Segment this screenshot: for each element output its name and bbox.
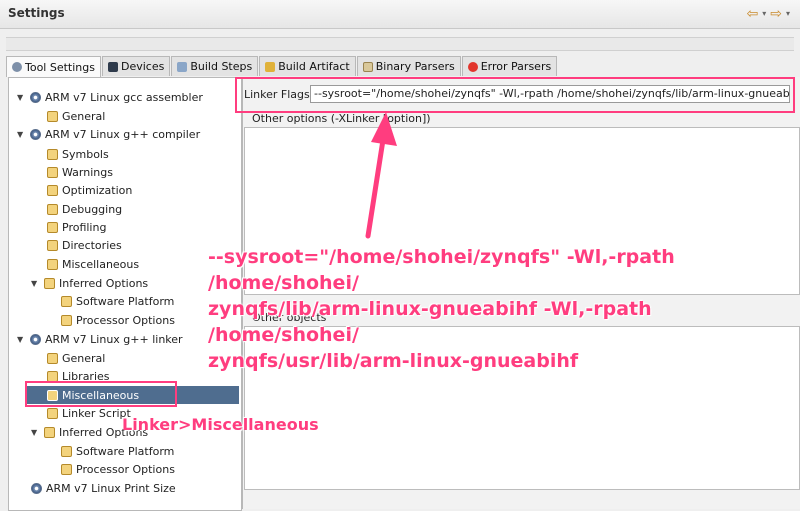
annotation-line: zynqfs/usr/lib/arm-linux-gnueabihf — [208, 350, 579, 372]
linker-miscellaneous-annotation: Linker>Miscellaneous — [122, 415, 319, 434]
linker-flags-annotation: --sysroot="/home/shohei/zynqfs" -Wl,-rpa… — [208, 244, 800, 374]
annotation-line: --sysroot="/home/shohei/zynqfs" -Wl,-rpa… — [208, 246, 675, 294]
annotation-line: zynqfs/lib/arm-linux-gnueabihf -Wl,-rpat… — [208, 298, 652, 346]
